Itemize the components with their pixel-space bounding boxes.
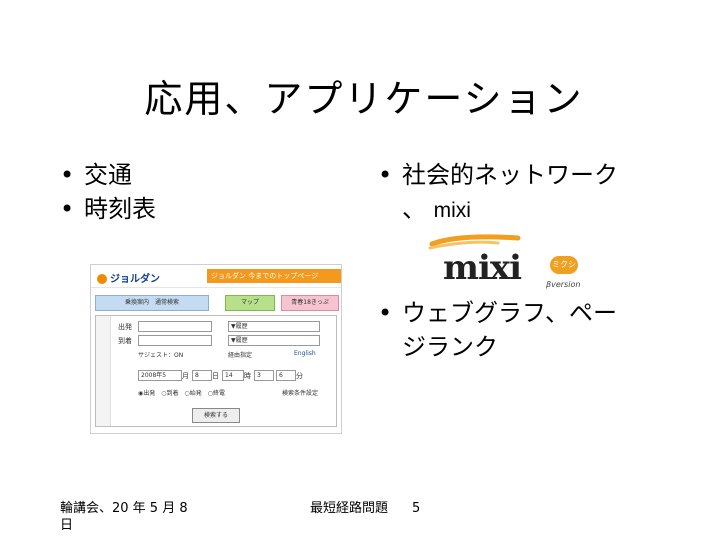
search-button[interactable]: 検索する [192,408,240,423]
slide-title: 応用、アプリケーション [144,77,584,121]
minute-tens-select[interactable]: 3 [254,370,274,381]
jorudan-banner[interactable]: ジョルダン 今までのトップページ [207,269,341,283]
bullet-web-graph-line1: ウェブグラフ、ペー [402,299,618,327]
to-input[interactable] [138,335,212,346]
month-unit: 月 [182,372,189,380]
jorudan-tabs: 乗換案内 通常検索 マップ 青春18きっぷ [95,295,339,311]
transit-link[interactable]: 経由指定 [228,350,252,359]
suggest-toggle[interactable]: サジェスト：ON [138,350,183,359]
minute-unit: 分 [296,372,303,380]
day-unit: 日 [212,372,219,380]
left-bullet-list: 交通 時刻表 [60,158,156,226]
mixi-version: βversion [546,280,581,289]
bullet-social-network-line1: 社会的ネットワーク [402,161,618,189]
day-select[interactable]: 8 [192,370,212,381]
bullet-social-network: 社会的ネットワーク 、 mixi [378,158,678,228]
tab-transit-search[interactable]: 乗換案内 通常検索 [95,295,209,311]
jorudan-search-panel: 出発 ▼履歴 到着 ▼履歴 サジェスト：ON 経由指定 English 2008… [95,315,337,427]
jorudan-logo: ジョルダン [97,270,160,285]
bullet-transport: 交通 [60,158,156,192]
from-input[interactable] [138,321,212,332]
bullet-mixi-text: mixi [433,199,471,222]
footer-topic: 最短経路問題 [310,501,389,516]
tab-seishun18[interactable]: 青春18きっぷ [281,295,339,311]
from-label: 出発 [118,323,132,331]
hour-select[interactable]: 14 [222,370,244,381]
jorudan-logo-icon [97,274,107,284]
bullet-timetable: 時刻表 [60,192,156,226]
footer-page-number: 5 [412,501,421,516]
minute-select[interactable]: 6 [276,370,296,381]
mixi-logo: mixi ミクシィ βversion [428,234,588,294]
panel-side-label [96,316,111,426]
to-label: 到着 [118,337,132,345]
tab-map[interactable]: マップ [225,295,275,311]
jorudan-header: ジョルダン ジョルダン 今までのトップページ [91,265,341,288]
to-history-select[interactable]: ▼履歴 [228,335,320,346]
bullet-web-graph: ウェブグラフ、ペー ジランク [378,296,678,364]
jorudan-screenshot: ジョルダン ジョルダン 今までのトップページ 乗換案内 通常検索 マップ 青春1… [90,264,342,434]
mixi-badge: ミクシィ [550,256,578,287]
search-settings-link[interactable]: 検索条件設定 [282,388,318,397]
departure-type-radios[interactable]: ◉出発 ○到着 ○始発 ○終電 [138,388,225,397]
english-link[interactable]: English [294,350,316,357]
year-month-select[interactable]: 2008年5 [138,370,182,381]
footer-date: 輪講会、20 年 5 月 8 日 [60,501,188,533]
mixi-wordmark: mixi [443,248,522,288]
bullet-social-network-comma: 、 [402,195,426,223]
hour-unit: 時 [244,372,251,380]
bullet-web-graph-line2: ジランク [402,333,498,361]
from-history-select[interactable]: ▼履歴 [228,321,320,332]
